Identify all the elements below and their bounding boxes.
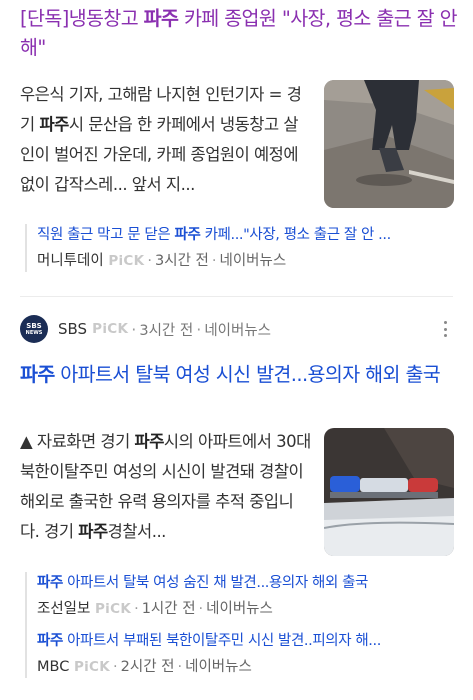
pick-badge: PiCK — [108, 253, 145, 269]
headline-keyword: 파주 — [20, 363, 55, 386]
pick-badge: PiCK — [73, 659, 111, 675]
article-2-related: 파주 아파트서 탈북 여성 숨진 채 발견...용의자 해외 출국 조선일보 P… — [25, 572, 455, 678]
pick-badge: PiCK — [94, 601, 132, 617]
related-title-keyword: 파주 — [174, 227, 201, 243]
related-meta: MBC PiCK · 2시간 전 · 네이버뉴스 — [37, 659, 252, 675]
pick-badge: PiCK — [92, 321, 129, 337]
article-2-headline[interactable]: 파주 아파트서 탈북 여성 시신 발견...용의자 해외 출국 — [20, 360, 460, 389]
related-title-text: 아파트서 탈북 여성 숨진 채 발견...용의자 해외 출국 — [62, 575, 368, 591]
press-name[interactable]: MBC — [37, 659, 69, 675]
snippet-text: ▲ 자료화면 경기 — [20, 432, 135, 451]
related-title-text: 카페..."사장, 평소 출근 잘 안 ... — [200, 227, 392, 243]
related-headline[interactable]: 직원 출근 막고 문 닫은 파주 카페..."사장, 평소 출근 잘 안 ... — [37, 224, 455, 246]
more-vertical-icon[interactable] — [437, 317, 453, 341]
article-2-snippet[interactable]: ▲ 자료화면 경기 파주시의 아파트에서 30대 북한이탈주민 여성의 시신이 … — [20, 427, 312, 547]
article-1-thumbnail[interactable] — [324, 80, 454, 208]
naver-news-link[interactable]: 네이버뉴스 — [204, 319, 271, 340]
press-name[interactable]: 조선일보 — [37, 601, 90, 617]
snippet-keyword: 파주 — [39, 115, 69, 134]
snippet-keyword: 파주 — [78, 522, 108, 541]
related-meta: 머니투데이 PiCK · 3시간 전 · 네이버뉴스 — [37, 253, 287, 269]
article-1-snippet[interactable]: 우은식 기자, 고해람 나지현 인턴기자 = 경기 파주시 문산읍 한 카페에서… — [20, 80, 312, 200]
press-name[interactable]: 머니투데이 — [37, 253, 104, 269]
sbs-news-logo[interactable]: SBS NEWS — [20, 315, 48, 343]
naver-news-link[interactable]: 네이버뉴스 — [219, 253, 286, 269]
timestamp: 2시간 전 — [120, 659, 175, 675]
press-name[interactable]: SBS — [58, 320, 87, 338]
related-title-keyword: 파주 — [37, 633, 63, 649]
headline-keyword: 파주 — [143, 7, 179, 30]
article-1-headline[interactable]: [단독]냉동창고 파주 카페 종업원 "사장, 평소 출근 잘 안해" — [20, 4, 460, 62]
naver-news-link[interactable]: 네이버뉴스 — [185, 659, 252, 675]
naver-news-link[interactable]: 네이버뉴스 — [206, 601, 273, 617]
timestamp: 1시간 전 — [141, 601, 196, 617]
logo-text: SBS — [26, 322, 42, 330]
article-2-source-row: SBS NEWS SBS PiCK · 3시간 전 · 네이버뉴스 — [20, 314, 453, 344]
related-title-keyword: 파주 — [37, 575, 63, 591]
timestamp: 3시간 전 — [139, 322, 194, 339]
divider — [20, 296, 453, 297]
article-2-thumbnail[interactable] — [324, 428, 454, 556]
headline-text: 아파트서 탈북 여성 시신 발견...용의자 해외 출국 — [54, 363, 441, 386]
related-title-text: 직원 출근 막고 문 닫은 — [37, 227, 175, 243]
timestamp: 3시간 전 — [155, 253, 209, 269]
logo-text: NEWS — [25, 330, 43, 336]
snippet-text: 경찰서... — [107, 522, 167, 541]
related-title-text: 아파트서 부패된 북한이탈주민 시신 발견..피의자 해... — [62, 633, 381, 649]
snippet-keyword: 파주 — [134, 432, 165, 451]
article-1-related: 직원 출근 막고 문 닫은 파주 카페..."사장, 평소 출근 잘 안 ...… — [25, 224, 455, 272]
related-headline[interactable]: 파주 아파트서 탈북 여성 숨진 채 발견...용의자 해외 출국 — [37, 572, 455, 594]
related-headline[interactable]: 파주 아파트서 부패된 북한이탈주민 시신 발견..피의자 해... — [37, 630, 455, 652]
headline-text: [단독]냉동창고 — [20, 7, 144, 30]
related-meta: 조선일보 PiCK · 1시간 전 · 네이버뉴스 — [37, 601, 273, 617]
